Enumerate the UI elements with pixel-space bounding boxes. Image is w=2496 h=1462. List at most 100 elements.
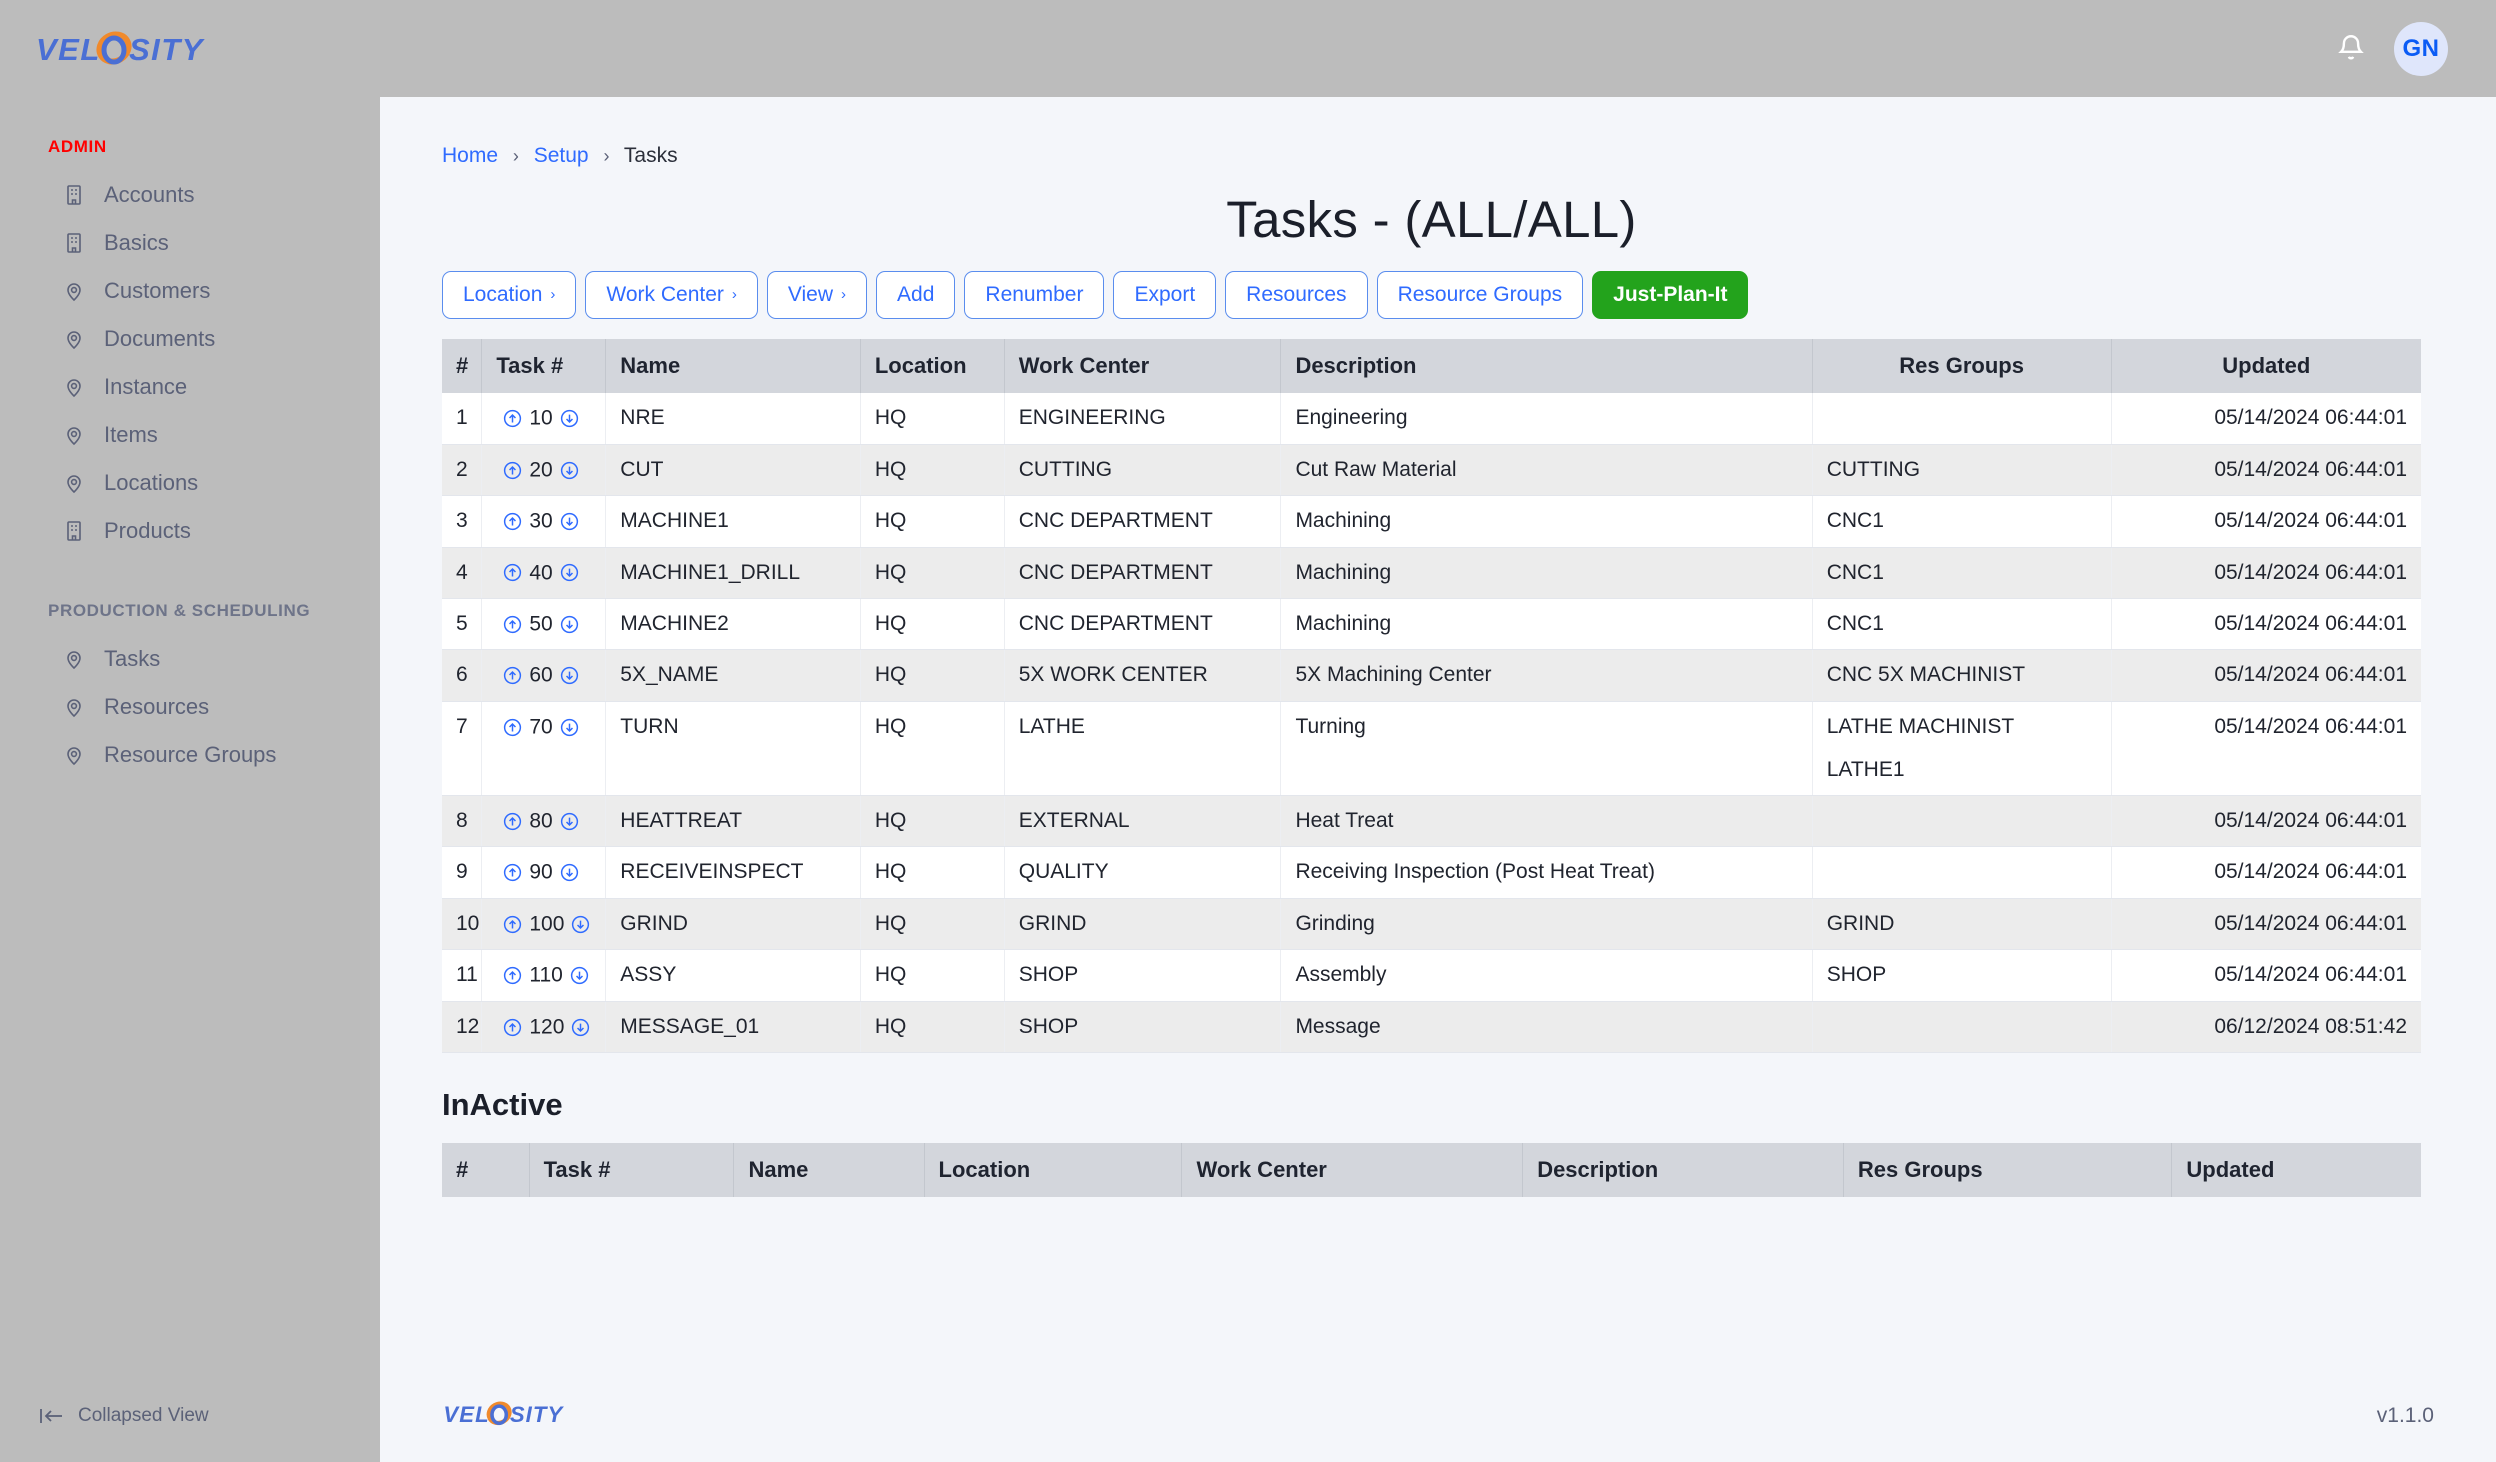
circle-arrow-up-icon[interactable] bbox=[502, 717, 523, 738]
avatar[interactable]: GN bbox=[2394, 21, 2448, 76]
row-task-number[interactable]: 80 bbox=[481, 795, 607, 848]
col-name[interactable]: Name bbox=[733, 1143, 925, 1198]
table-row[interactable]: 11 110 ASSY HQ SHOP Assembly SHOP 05/14/2024 06… bbox=[442, 949, 2421, 1002]
table-row[interactable]: 4 40 MACHINE1_DRILL HQ CNC DEPARTMENT Machini… bbox=[442, 547, 2421, 599]
row-index[interactable]: 4 bbox=[442, 547, 483, 599]
circle-arrow-down-icon[interactable] bbox=[559, 811, 580, 832]
col-work-center[interactable]: Work Center bbox=[1004, 339, 1282, 394]
row-task-number[interactable]: 10 bbox=[481, 393, 607, 445]
table-row[interactable]: 8 80 HEATTREAT HQ EXTERNAL Heat Treat 05/14/20… bbox=[442, 795, 2421, 848]
row-task-number[interactable]: 30 bbox=[481, 495, 607, 548]
resource-groups-button[interactable]: Resource Groups bbox=[1376, 271, 1584, 320]
row-index[interactable]: 2 bbox=[442, 444, 483, 497]
table-row[interactable]: 12 120 MESSAGE_01 HQ SHOP Message 06/12/2024 0… bbox=[442, 1001, 2421, 1054]
circle-arrow-down-icon[interactable] bbox=[569, 965, 590, 986]
row-index[interactable]: 3 bbox=[442, 495, 483, 548]
sidebar-item-customers[interactable]: Customers bbox=[0, 267, 380, 315]
col-location[interactable]: Location bbox=[924, 1143, 1183, 1198]
col-task-number[interactable]: Task # bbox=[481, 339, 607, 394]
col-description[interactable]: Description bbox=[1280, 339, 1813, 394]
table-row[interactable]: 3 30 MACHINE1 HQ CNC DEPARTMENT Machining CNC1… bbox=[442, 495, 2421, 548]
circle-arrow-down-icon[interactable] bbox=[559, 614, 580, 635]
row-task-number[interactable]: 110 bbox=[481, 949, 607, 1002]
circle-arrow-up-icon[interactable] bbox=[502, 914, 523, 935]
row-index[interactable]: 1 bbox=[442, 393, 483, 445]
col-index[interactable]: # bbox=[442, 1143, 530, 1198]
bell-icon[interactable] bbox=[2334, 32, 2368, 66]
row-index[interactable]: 7 bbox=[442, 701, 483, 796]
sidebar-item-products[interactable]: Products bbox=[0, 507, 380, 555]
velosity-logo[interactable]: VEL SITY bbox=[34, 19, 244, 79]
export-button[interactable]: Export bbox=[1113, 271, 1217, 320]
row-index[interactable]: 10 bbox=[442, 898, 483, 951]
circle-arrow-up-icon[interactable] bbox=[502, 862, 523, 883]
col-updated[interactable]: Updated bbox=[2171, 1143, 2421, 1198]
sidebar-item-accounts[interactable]: Accounts bbox=[0, 171, 380, 219]
row-task-number[interactable]: 70 bbox=[481, 701, 607, 796]
col-description[interactable]: Description bbox=[1522, 1143, 1844, 1198]
table-row[interactable]: 7 70 TURN HQ LATHE Turning LATHE MACHINIST LATH… bbox=[442, 701, 2421, 796]
circle-arrow-up-icon[interactable] bbox=[502, 614, 523, 635]
circle-arrow-down-icon[interactable] bbox=[559, 562, 580, 583]
circle-arrow-down-icon[interactable] bbox=[559, 408, 580, 429]
circle-arrow-up-icon[interactable] bbox=[502, 665, 523, 686]
sidebar-item-tasks[interactable]: Tasks bbox=[0, 635, 380, 683]
circle-arrow-down-icon[interactable] bbox=[559, 511, 580, 532]
row-index[interactable]: 6 bbox=[442, 649, 483, 702]
circle-arrow-up-icon[interactable] bbox=[502, 965, 523, 986]
circle-arrow-up-icon[interactable] bbox=[502, 562, 523, 583]
sidebar-item-resource-groups[interactable]: Resource Groups bbox=[0, 731, 380, 779]
col-res-groups[interactable]: Res Groups bbox=[1812, 339, 2112, 394]
table-row[interactable]: 5 50 MACHINE2 HQ CNC DEPARTMENT Machining CNC1… bbox=[442, 598, 2421, 651]
row-task-number[interactable]: 50 bbox=[481, 598, 607, 651]
row-task-number[interactable]: 20 bbox=[481, 444, 607, 497]
col-name[interactable]: Name bbox=[605, 339, 861, 394]
work-center-button[interactable]: Work Center › bbox=[585, 271, 758, 320]
circle-arrow-up-icon[interactable] bbox=[502, 811, 523, 832]
row-index[interactable]: 9 bbox=[442, 846, 483, 899]
table-row[interactable]: 2 20 CUT HQ CUTTING Cut Raw Material CUTTING 05… bbox=[442, 444, 2421, 497]
sidebar-item-documents[interactable]: Documents bbox=[0, 315, 380, 363]
row-index[interactable]: 5 bbox=[442, 598, 483, 651]
sidebar-item-basics[interactable]: Basics bbox=[0, 219, 380, 267]
circle-arrow-up-icon[interactable] bbox=[502, 1017, 523, 1038]
table-row[interactable]: 6 60 5X_NAME HQ 5X WORK CENTER 5X Machining C… bbox=[442, 649, 2421, 702]
breadcrumb-setup[interactable]: Setup bbox=[534, 144, 589, 167]
row-index[interactable]: 12 bbox=[442, 1001, 483, 1054]
circle-arrow-down-icon[interactable] bbox=[570, 1017, 591, 1038]
circle-arrow-up-icon[interactable] bbox=[502, 408, 523, 429]
circle-arrow-down-icon[interactable] bbox=[559, 665, 580, 686]
add-button[interactable]: Add bbox=[876, 271, 956, 320]
breadcrumb-home[interactable]: Home bbox=[442, 144, 498, 167]
row-task-number[interactable]: 90 bbox=[481, 846, 607, 899]
col-updated[interactable]: Updated bbox=[2111, 339, 2421, 394]
col-index[interactable]: # bbox=[442, 339, 483, 394]
table-row[interactable]: 10 100 GRIND HQ GRIND Grinding GRIND 05/14/2024… bbox=[442, 898, 2421, 951]
col-res-groups[interactable]: Res Groups bbox=[1843, 1143, 2173, 1198]
circle-arrow-down-icon[interactable] bbox=[559, 717, 580, 738]
circle-arrow-down-icon[interactable] bbox=[559, 460, 580, 481]
row-task-number[interactable]: 100 bbox=[481, 898, 607, 951]
circle-arrow-down-icon[interactable] bbox=[559, 862, 580, 883]
sidebar-item-instance[interactable]: Instance bbox=[0, 363, 380, 411]
renumber-button[interactable]: Renumber bbox=[964, 271, 1105, 320]
col-location[interactable]: Location bbox=[860, 339, 1005, 394]
col-work-center[interactable]: Work Center bbox=[1181, 1143, 1524, 1198]
circle-arrow-up-icon[interactable] bbox=[502, 511, 523, 532]
col-task-number[interactable]: Task # bbox=[529, 1143, 735, 1198]
sidebar-item-locations[interactable]: Locations bbox=[0, 459, 380, 507]
just-plan-it-button[interactable]: Just-Plan-It bbox=[1592, 271, 1749, 320]
row-index[interactable]: 11 bbox=[442, 949, 483, 1002]
table-row[interactable]: 9 90 RECEIVEINSPECT HQ QUALITY Receiving Insp… bbox=[442, 846, 2421, 899]
sidebar-item-resources[interactable]: Resources bbox=[0, 683, 380, 731]
resources-button[interactable]: Resources bbox=[1225, 271, 1368, 320]
collapse-view-button[interactable]: Collapsed View bbox=[0, 1370, 380, 1462]
view-button[interactable]: View › bbox=[766, 271, 868, 320]
row-task-number[interactable]: 40 bbox=[481, 547, 607, 599]
circle-arrow-down-icon[interactable] bbox=[570, 914, 591, 935]
sidebar-item-items[interactable]: Items bbox=[0, 411, 380, 459]
row-index[interactable]: 8 bbox=[442, 795, 483, 848]
row-task-number[interactable]: 120 bbox=[481, 1001, 607, 1054]
circle-arrow-up-icon[interactable] bbox=[502, 460, 523, 481]
row-task-number[interactable]: 60 bbox=[481, 649, 607, 702]
